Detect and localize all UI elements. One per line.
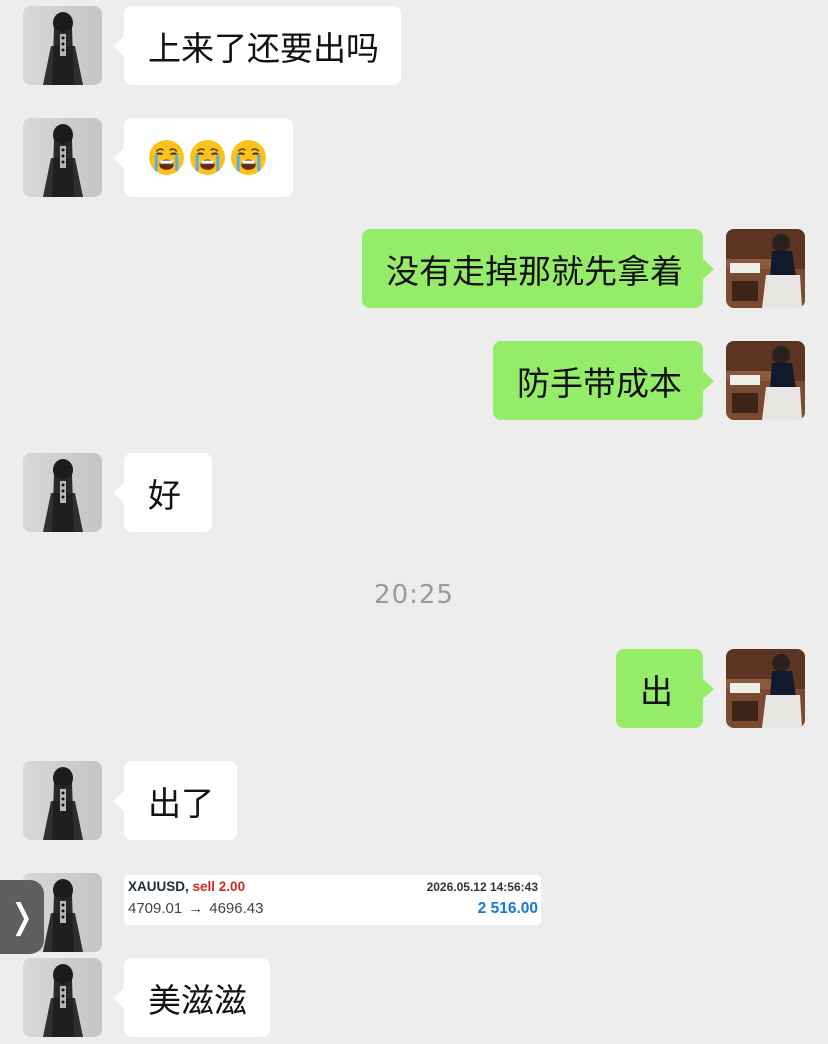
trade-symbol: XAUUSD, (128, 879, 189, 894)
loudly-crying-face-icon (189, 139, 226, 176)
contact-avatar-image (23, 761, 102, 840)
contact-avatar-image (23, 958, 102, 1037)
message-bubble-incoming[interactable]: 好 (113, 453, 212, 532)
message-text: 美滋滋 (148, 980, 247, 1020)
trade-prices: 4709.01 → 4696.43 (128, 900, 263, 917)
message-bubble-outgoing[interactable]: 防手带成本 (493, 341, 714, 420)
trade-profit: 2 516.00 (477, 900, 538, 917)
message-bubble-incoming[interactable]: 上来了还要出吗 (113, 6, 401, 85)
message-bubble-incoming[interactable]: 出了 (113, 761, 237, 840)
my-avatar-image (726, 341, 805, 420)
trade-open-price: 4709.01 (128, 900, 183, 917)
trade-datetime: 2026.05.12 14:56:43 (426, 880, 538, 894)
contact-avatar-image (23, 118, 102, 197)
contact-avatar[interactable] (23, 958, 102, 1037)
message-bubble-outgoing[interactable]: 出 (616, 649, 714, 728)
my-avatar-image (726, 649, 805, 728)
emoji-row (148, 139, 267, 176)
my-avatar[interactable] (726, 341, 805, 420)
trade-side: sell 2.00 (192, 879, 246, 894)
trade-header-row: XAUUSD, sell 2.00 2026.05.12 14:56:43 (128, 879, 538, 899)
my-avatar[interactable] (726, 649, 805, 728)
trade-card-image[interactable]: XAUUSD, sell 2.00 2026.05.12 14:56:43 47… (124, 875, 541, 925)
message-text: 出 (640, 671, 673, 711)
my-avatar-image (726, 229, 805, 308)
contact-avatar-image (23, 6, 102, 85)
trade-close-price: 4696.43 (209, 900, 264, 917)
message-bubble-incoming-emoji[interactable] (113, 118, 293, 197)
message-text: 上来了还要出吗 (148, 28, 379, 68)
time-divider: 20:25 (374, 580, 454, 610)
contact-avatar[interactable] (23, 6, 102, 85)
message-text: 没有走掉那就先拿着 (386, 251, 683, 291)
side-panel-handle[interactable]: ❭ (0, 880, 44, 954)
loudly-crying-face-icon (230, 139, 267, 176)
message-text: 出了 (148, 783, 214, 823)
arrow-right-icon: → (188, 900, 204, 917)
contact-avatar-image (23, 453, 102, 532)
loudly-crying-face-icon (148, 139, 185, 176)
trade-detail-row: 4709.01 → 4696.43 2 516.00 (128, 900, 538, 918)
message-text: 好 (148, 475, 181, 515)
message-bubble-outgoing[interactable]: 没有走掉那就先拿着 (362, 229, 714, 308)
contact-avatar[interactable] (23, 118, 102, 197)
my-avatar[interactable] (726, 229, 805, 308)
trade-title: XAUUSD, sell 2.00 (128, 879, 245, 894)
contact-avatar[interactable] (23, 761, 102, 840)
chevron-right-icon: ❭ (7, 897, 37, 937)
contact-avatar[interactable] (23, 453, 102, 532)
message-text: 防手带成本 (517, 363, 682, 403)
message-bubble-incoming[interactable]: 美滋滋 (113, 958, 270, 1037)
